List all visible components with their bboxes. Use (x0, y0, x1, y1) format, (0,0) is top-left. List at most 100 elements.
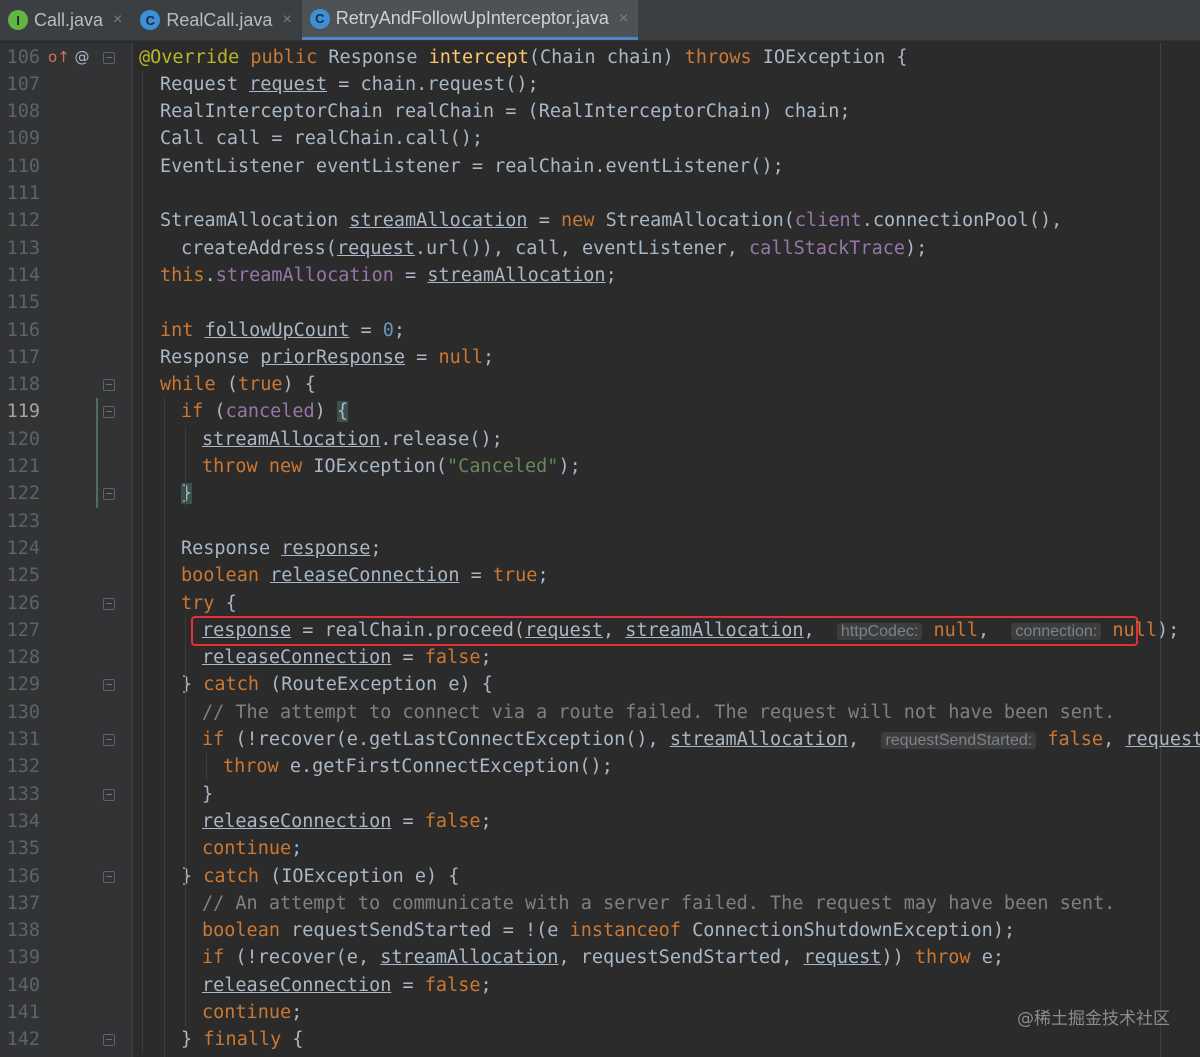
close-icon[interactable]: × (282, 11, 291, 29)
fold-marker-icon[interactable] (103, 597, 115, 610)
code-line[interactable]: 136} catch (IOException e) { (0, 863, 1200, 890)
code-token: if (202, 947, 236, 969)
code-line[interactable]: 108 RealInterceptorChain realChain = (Rea… (0, 98, 1200, 125)
code-text: Response response; (181, 535, 382, 562)
code-editor[interactable]: @稀土掘金技术社区 106 @Override public Response i… (0, 43, 1200, 1057)
code-line[interactable]: 130 // The attempt to connect via a route… (0, 699, 1200, 726)
code-token: streamAllocation (625, 619, 804, 641)
code-text: streamAllocation.release(); (202, 426, 503, 453)
code-line[interactable]: 133} (0, 781, 1200, 808)
code-line[interactable]: 125 boolean releaseConnection = true; (0, 562, 1200, 589)
fold-marker-icon[interactable] (103, 679, 115, 692)
code-token: catch (203, 674, 271, 696)
code-line[interactable]: 113 createAddress(request.url()), call, e… (0, 235, 1200, 262)
code-token: , (1103, 729, 1126, 750)
code-line[interactable]: 127 response = realChain.proceed(request,… (0, 617, 1200, 644)
code-line[interactable]: 134 releaseConnection = false; (0, 808, 1200, 835)
code-line[interactable]: 129} catch (RouteException e) { (0, 671, 1200, 698)
code-token: = (393, 264, 428, 286)
code-token: (!recover(e, (235, 947, 381, 969)
line-number: 106 (6, 46, 40, 68)
code-line[interactable]: 111 (0, 180, 1200, 207)
close-icon[interactable]: × (619, 10, 628, 28)
code-line[interactable]: 128 releaseConnection = false; (0, 644, 1200, 671)
code-token: Response (160, 346, 261, 368)
line-number: 119 (6, 401, 40, 423)
code-line[interactable]: 132 throw e.getFirstConnectException(); (0, 753, 1200, 780)
code-token: callStackTrace (749, 237, 905, 259)
code-token: , (848, 729, 882, 750)
tab-retryandfollowupinterceptor-java[interactable]: C RetryAndFollowUpInterceptor.java × (301, 0, 639, 40)
fold-marker-icon[interactable] (103, 51, 115, 64)
line-number: 122 (6, 483, 40, 505)
code-token: while (160, 374, 227, 396)
code-line[interactable]: 137 // An attempt to communicate with a s… (0, 890, 1200, 917)
code-line[interactable]: 106 @Override public Response intercept(C… (0, 44, 1200, 71)
code-text: throw new IOException("Canceled"); (202, 453, 581, 480)
line-number: 112 (6, 210, 40, 232)
line-number: 140 (6, 974, 40, 996)
code-token: RealInterceptorChain realChain = (RealIn… (160, 101, 851, 123)
code-token: streamAllocation (202, 428, 381, 450)
code-line[interactable]: 107 Request request = chain.request(); (0, 71, 1200, 98)
code-line[interactable]: 121 throw new IOException("Canceled"); (0, 453, 1200, 480)
line-number: 124 (6, 537, 40, 559)
code-line[interactable]: 115 (0, 289, 1200, 316)
code-token: Response (328, 46, 429, 68)
code-line[interactable]: 114 this.streamAllocation = streamAllocat… (0, 262, 1200, 289)
code-token: ; (393, 319, 406, 341)
fold-marker-icon[interactable] (103, 788, 115, 801)
code-token: = (459, 565, 493, 587)
indent-guide (206, 753, 207, 781)
code-line[interactable]: 110 EventListener eventListener = realCha… (0, 153, 1200, 180)
code-line[interactable]: 120 streamAllocation.release(); (0, 426, 1200, 453)
line-number: 121 (6, 456, 40, 477)
code-line[interactable]: 131 if (!recover(e.getLastConnectExceptio… (0, 726, 1200, 753)
code-token: request (525, 619, 603, 641)
code-line[interactable]: 112 StreamAllocation streamAllocation = n… (0, 207, 1200, 234)
code-line[interactable]: 119 if (canceled) { (0, 398, 1200, 425)
line-number: 111 (6, 183, 40, 204)
code-text: Response priorResponse = null; (160, 344, 494, 371)
fold-marker-icon[interactable] (103, 406, 115, 419)
code-token: if (181, 401, 215, 423)
code-token: = (527, 210, 561, 232)
code-line[interactable]: 124 Response response; (0, 535, 1200, 562)
fold-marker-icon[interactable] (103, 1034, 115, 1047)
code-token: canceled (225, 401, 315, 423)
code-token: instanceof (569, 920, 693, 942)
code-line[interactable]: 109 Call call = realChain.call(); (0, 125, 1200, 152)
code-token: , requestSendStarted, (558, 947, 804, 969)
code-text: // An attempt to communicate with a serv… (202, 890, 1115, 917)
code-token: ; (291, 1002, 303, 1023)
code-line[interactable]: 116 int followUpCount = 0; (0, 317, 1200, 344)
fold-marker-icon[interactable] (103, 870, 115, 883)
code-token: , (803, 619, 837, 641)
code-line[interactable]: 138 boolean requestSendStarted = !(e inst… (0, 917, 1200, 944)
code-line[interactable]: 142} finally { (0, 1026, 1200, 1053)
tab-realcall-java[interactable]: C RealCall.java × (132, 0, 301, 40)
code-token: streamAllocation (349, 210, 528, 232)
code-line[interactable]: 117 Response priorResponse = null; (0, 344, 1200, 371)
code-text: createAddress(request.url()), call, even… (181, 235, 927, 262)
code-token: catch (203, 865, 271, 887)
close-icon[interactable]: × (113, 11, 122, 29)
code-line[interactable]: 135 continue; (0, 835, 1200, 862)
code-text: if (!recover(e, streamAllocation, reques… (202, 944, 1004, 971)
override-method-icon[interactable]: o↑ @ (48, 48, 90, 66)
code-line[interactable]: 122} (0, 480, 1200, 507)
tab-call-java[interactable]: I Call.java × (0, 0, 132, 40)
code-token: streamAllocation (215, 264, 394, 286)
fold-marker-icon[interactable] (103, 734, 115, 746)
code-line[interactable]: 141 continue; (0, 999, 1200, 1026)
code-line[interactable]: 118 while (true) { (0, 371, 1200, 398)
vcs-change-marker[interactable] (96, 398, 98, 508)
code-line[interactable]: 139 if (!recover(e, streamAllocation, req… (0, 944, 1200, 971)
code-line[interactable]: 123 (0, 508, 1200, 535)
code-line[interactable]: 140 releaseConnection = false; (0, 972, 1200, 999)
code-line[interactable]: 126 try { (0, 590, 1200, 617)
line-number: 126 (6, 592, 40, 614)
fold-marker-icon[interactable] (103, 379, 115, 392)
fold-marker-icon[interactable] (103, 488, 115, 501)
